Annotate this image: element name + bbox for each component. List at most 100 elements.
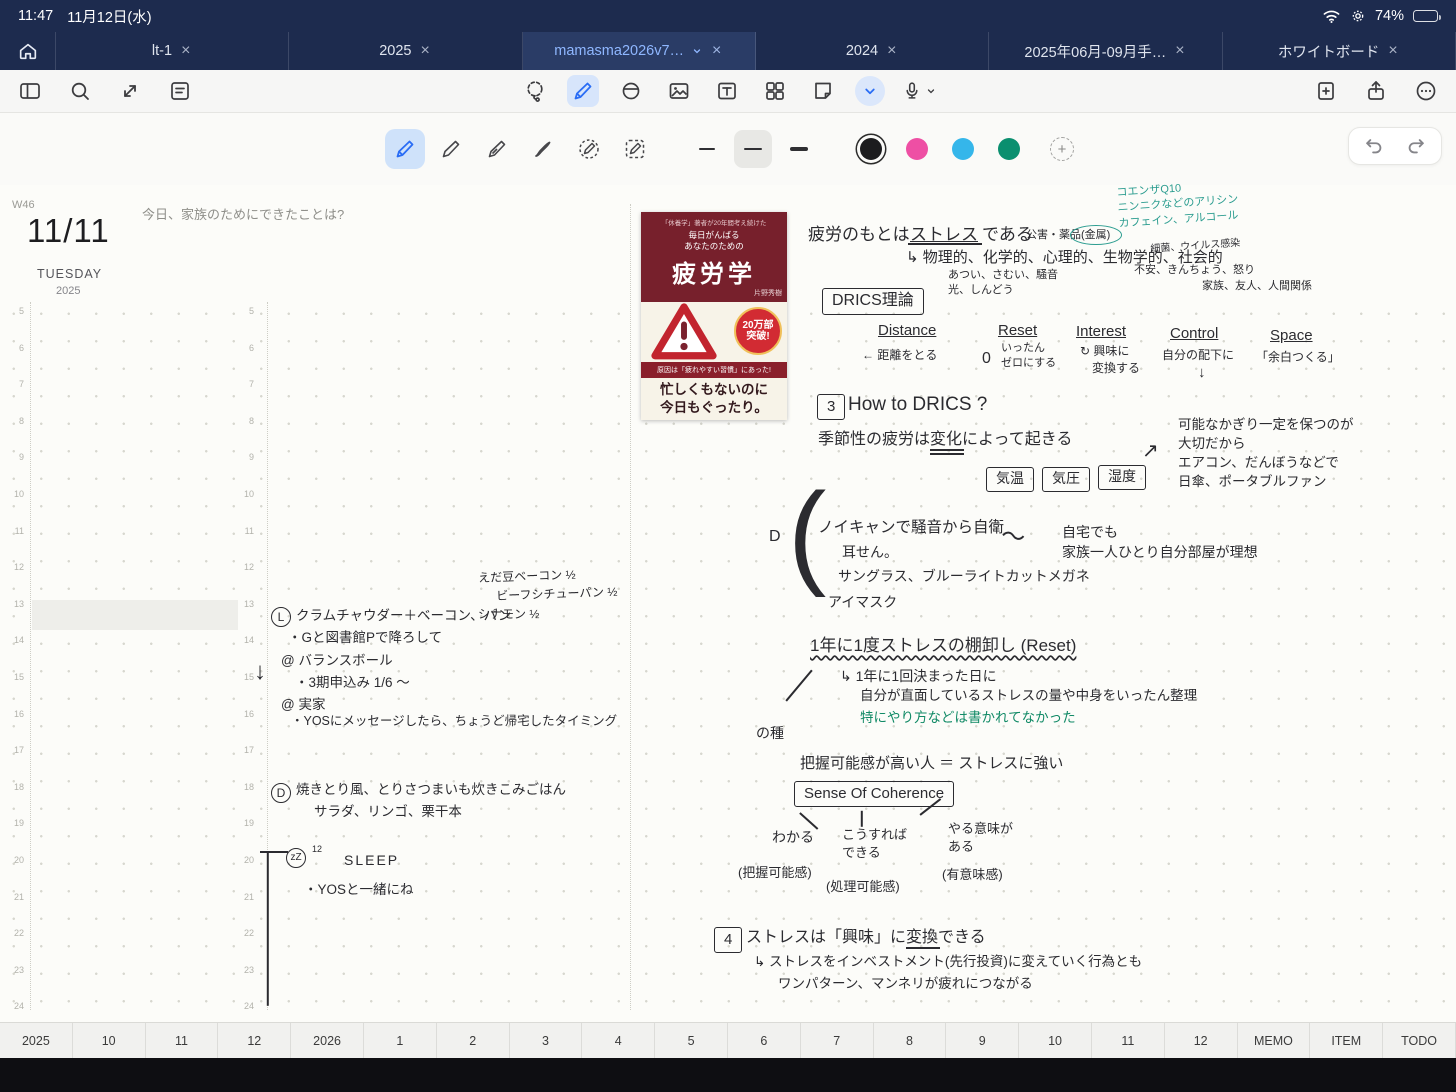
tab-1[interactable]: lt-1 × [56, 32, 290, 70]
pen-color-swatch-1[interactable] [860, 138, 882, 160]
record-button[interactable] [901, 80, 937, 102]
tab-3[interactable]: mamasma2026v7… × [522, 32, 756, 70]
battery-percent: 74% [1374, 8, 1404, 24]
bottom-tab-12[interactable]: 12 [218, 1023, 292, 1058]
stroke-thick-button[interactable] [780, 130, 818, 168]
add-color-button[interactable]: + [1050, 137, 1074, 161]
tab-close-icon[interactable]: × [1386, 43, 1399, 59]
tab-2[interactable]: 2025 × [289, 32, 523, 70]
lasso-button[interactable] [519, 75, 551, 107]
undo-icon [1366, 139, 1382, 154]
bottom-tab-2[interactable]: 2 [437, 1023, 510, 1058]
bottom-tab-11[interactable]: 11 [146, 1023, 219, 1058]
bottom-tab-5[interactable]: 5 [655, 1023, 728, 1058]
bottom-tab-ITEM[interactable]: ITEM [1310, 1023, 1384, 1058]
stroke-width-group [684, 130, 822, 168]
add-page-button[interactable] [1310, 75, 1342, 107]
bottom-tab-2026[interactable]: 2026 [291, 1023, 364, 1058]
bottom-tab-7[interactable]: 7 [801, 1023, 874, 1058]
elements-icon [766, 82, 784, 100]
dashed-pen-icon [625, 139, 645, 159]
gear-icon [1350, 8, 1366, 24]
export-button[interactable] [1360, 75, 1392, 107]
undo-redo-pill [1348, 127, 1442, 165]
sidebar-button[interactable] [14, 75, 46, 107]
gel-pen-icon [442, 140, 460, 158]
undo-button[interactable] [1363, 135, 1385, 157]
eraser-button[interactable] [615, 75, 647, 107]
pen-options-bar: + [0, 113, 1456, 185]
fountain-pen-button[interactable] [477, 129, 517, 169]
microphone-icon [906, 82, 918, 99]
tab-label: 2025年06月-09月手… [1024, 44, 1167, 61]
pen-color-swatch-4[interactable] [998, 138, 1020, 160]
bottom-tab-10[interactable]: 10 [1019, 1023, 1092, 1058]
shape-pen-button[interactable] [569, 129, 609, 169]
lasso-icon [527, 81, 543, 102]
bottom-tab-10[interactable]: 10 [73, 1023, 146, 1058]
stroke-medium-button[interactable] [734, 130, 772, 168]
dock-bar [0, 1058, 1456, 1092]
tab-6[interactable]: ホワイトボード × [1223, 32, 1456, 70]
tab-close-icon[interactable]: × [418, 43, 431, 59]
tab-close-icon[interactable]: × [179, 43, 192, 59]
wifi-icon [1322, 8, 1341, 24]
bottom-tab-9[interactable]: 9 [946, 1023, 1020, 1058]
text-icon [718, 82, 736, 100]
dashed-pen-button[interactable] [615, 129, 655, 169]
brush-pen-button[interactable] [523, 129, 563, 169]
toolbar [0, 70, 1456, 113]
tab-bar: lt-1 × 2025 × mamasma2026v7… × 2024 × 2025年06月-0… [0, 32, 1456, 70]
collapse-toolbar-button[interactable] [855, 76, 885, 106]
tab-label: ホワイトボード [1277, 44, 1380, 61]
bottom-tab-MEMO[interactable]: MEMO [1238, 1023, 1311, 1058]
stroke-thin-button[interactable] [688, 130, 726, 168]
elements-button[interactable] [759, 75, 791, 107]
pen-color-swatch-3[interactable] [952, 138, 974, 160]
export-icon [1368, 81, 1384, 100]
bottom-tab-12[interactable]: 12 [1165, 1023, 1238, 1058]
redo-button[interactable] [1405, 135, 1427, 157]
bottom-tab-3[interactable]: 3 [510, 1023, 583, 1058]
tab-5[interactable]: 2025年06月-09月手… × [989, 32, 1223, 70]
tab-label: 2024 [845, 43, 879, 59]
sticky-note-icon [815, 82, 831, 99]
bottom-tab-6[interactable]: 6 [728, 1023, 801, 1058]
eraser-icon [622, 82, 640, 100]
tab-close-icon[interactable]: × [710, 43, 723, 59]
redo-icon [1408, 139, 1424, 154]
text-button[interactable] [711, 75, 743, 107]
pen-tool-button[interactable] [567, 75, 599, 107]
sticky-note-button[interactable] [807, 75, 839, 107]
bottom-tab-4[interactable]: 4 [582, 1023, 656, 1058]
arrows-button[interactable] [114, 75, 146, 107]
tab-label: lt-1 [151, 43, 173, 59]
note-canvas[interactable] [0, 185, 1456, 1022]
image-button[interactable] [663, 75, 695, 107]
pen-color-swatch-2[interactable] [906, 138, 928, 160]
arrows-icon [124, 85, 136, 97]
mic-chevron-icon [927, 89, 935, 94]
ballpoint-pen-button[interactable] [385, 129, 425, 169]
tab-label: mamasma2026v7… [554, 43, 685, 59]
bottom-tab-11[interactable]: 11 [1092, 1023, 1165, 1058]
notes-button[interactable] [164, 75, 196, 107]
more-button[interactable] [1410, 75, 1442, 107]
bottom-tab-strip: 2025 10 11 12 2026 1 2 3 4 5 6 7 8 9 10 11 12 MEMO ITEM TOD… [0, 1022, 1456, 1058]
tab-strip: lt-1 × 2025 × mamasma2026v7… × 2024 × 2025年06月-0… [56, 32, 1456, 70]
bottom-tab-8[interactable]: 8 [874, 1023, 947, 1058]
chevron-down-icon [865, 88, 875, 95]
pen-color-group [848, 138, 1032, 160]
gel-pen-button[interactable] [431, 129, 471, 169]
bottom-tab-TODO[interactable]: TODO [1383, 1023, 1456, 1058]
tab-close-icon[interactable]: × [1173, 43, 1186, 59]
home-button[interactable] [0, 32, 56, 70]
search-button[interactable] [64, 75, 96, 107]
tab-chevron-icon[interactable] [691, 45, 703, 57]
tab-4[interactable]: 2024 × [756, 32, 990, 70]
bottom-tab-1[interactable]: 1 [364, 1023, 437, 1058]
bottom-tab-2025[interactable]: 2025 [0, 1023, 73, 1058]
home-icon [19, 43, 36, 60]
sidebar-icon [20, 83, 40, 99]
tab-close-icon[interactable]: × [885, 43, 898, 59]
